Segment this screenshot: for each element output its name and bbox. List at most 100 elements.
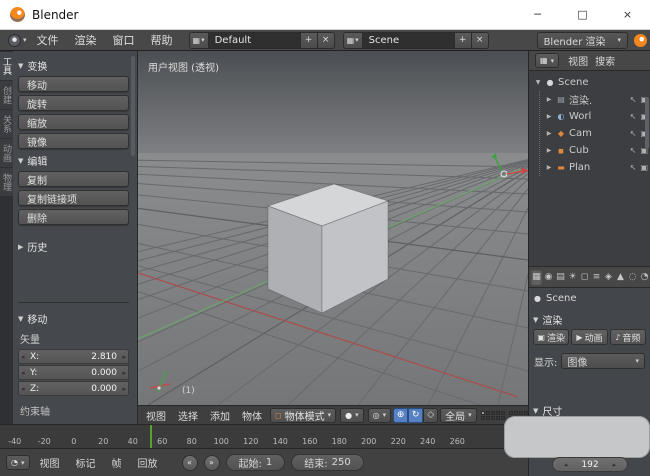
panel-header-edit[interactable]: ▼ 编辑 <box>18 153 129 169</box>
outliner-row-world[interactable]: ▶ ◐ Worl ↖▣ <box>540 108 650 125</box>
field-value: 0.000 <box>91 383 117 394</box>
timeline-ruler[interactable]: -40 -20 0 20 40 60 80 100 120 140 160 180 200 2… <box>0 424 528 448</box>
current-frame-marker[interactable] <box>150 425 152 448</box>
object-menu[interactable]: 物体 <box>236 408 268 423</box>
mode-dropdown[interactable]: ◻ 物体模式 ▾ <box>270 407 337 423</box>
resolution-x-field[interactable]: ◂ 192 ▸ <box>552 457 628 472</box>
tab-material[interactable]: ◌ <box>627 269 638 285</box>
field-label: Z: <box>30 383 40 394</box>
tool-tab-create[interactable]: 创建 <box>0 81 13 109</box>
layout-browse-button[interactable]: ▦ ▾ <box>188 31 209 49</box>
viewport-3d[interactable]: 用户视图 (透视) (1) <box>138 51 528 405</box>
timeline-playback-menu[interactable]: 回放 <box>130 455 166 470</box>
shading-dropdown[interactable]: ● ▾ <box>340 407 364 423</box>
manipulator-rotate-toggle[interactable]: ↻ <box>408 407 424 423</box>
tool-tab-physics[interactable]: 物理 <box>0 168 13 196</box>
outliner-scrollbar[interactable] <box>645 97 649 149</box>
frame-start-field[interactable]: 起始: 1 <box>225 454 286 471</box>
render-still-button[interactable]: ▣ 渲染 <box>533 329 570 345</box>
restrict-select-icon[interactable]: ↖ <box>630 112 637 121</box>
tab-object[interactable]: ◻ <box>579 269 590 285</box>
layers-grid-left[interactable] <box>480 410 505 420</box>
image-icon: ▣ <box>537 332 545 342</box>
restrict-select-icon[interactable]: ↖ <box>630 163 637 172</box>
scene-add-button[interactable]: + <box>454 31 472 49</box>
timeline-marker-menu[interactable]: 标记 <box>68 455 104 470</box>
expander-icon: ▶ <box>546 130 552 137</box>
scene-name-field[interactable]: Scene <box>362 31 455 49</box>
mirror-button[interactable]: 镜像 <box>18 133 129 149</box>
restrict-select-icon[interactable]: ↖ <box>630 95 637 104</box>
outliner-type-button[interactable]: ▦ ▾ <box>535 53 560 68</box>
screen-layout-selector: ▦ ▾ Default + × <box>188 31 335 49</box>
outliner-row-cube[interactable]: ▶ ◼ Cub ↖ ▣ <box>540 142 650 159</box>
outliner-search-menu[interactable]: 搜索 <box>595 53 615 68</box>
timeline-view-menu[interactable]: 视图 <box>32 455 68 470</box>
maximize-button[interactable]: □ <box>560 0 605 29</box>
layout-unlink-button[interactable]: × <box>317 31 335 49</box>
translate-button[interactable]: 移动 <box>18 76 129 92</box>
scene-browse-button[interactable]: ▦ ▾ <box>342 31 363 49</box>
rotate-button[interactable]: 旋转 <box>18 95 129 111</box>
restrict-render-icon[interactable]: ▣ <box>640 163 648 172</box>
tab-modifiers[interactable]: ◈ <box>603 269 614 285</box>
tab-texture[interactable]: ◔ <box>639 269 650 285</box>
layout-add-button[interactable]: + <box>300 31 318 49</box>
move-y-field[interactable]: ◂ Y: 0.000 ▸ <box>18 365 129 380</box>
pivot-dropdown[interactable]: ◎ ▾ <box>367 407 392 423</box>
timeline-frame-menu[interactable]: 帧 <box>104 455 130 470</box>
display-dropdown[interactable]: 图像 ▾ <box>561 353 645 369</box>
move-x-field[interactable]: ◂ X: 2.810 ▸ <box>18 349 129 364</box>
render-animation-button[interactable]: ▶ 动画 <box>571 329 608 345</box>
scene-unlink-button[interactable]: × <box>471 31 489 49</box>
panel-header-move[interactable]: ▼ 移动 <box>18 311 129 327</box>
outliner-view-menu[interactable]: 视图 <box>568 53 588 68</box>
duplicate-button[interactable]: 复制 <box>18 171 129 187</box>
panel-header-history[interactable]: ▶ 历史 <box>18 239 129 255</box>
button-label: 渲染 <box>546 333 565 344</box>
duplicate-linked-button[interactable]: 复制链接项 <box>18 190 129 206</box>
restrict-select-icon[interactable]: ↖ <box>630 129 637 138</box>
panel-header-transform[interactable]: ▼ 变换 <box>18 58 129 74</box>
menu-file[interactable]: 文件 <box>29 32 67 48</box>
tool-tab-animation[interactable]: 动画 <box>0 139 13 167</box>
tab-world[interactable]: ☀ <box>567 269 578 285</box>
editor-type-button[interactable]: ◔ ▾ <box>6 455 30 470</box>
delete-button[interactable]: 删除 <box>18 209 129 225</box>
tab-constraints[interactable]: ≡ <box>591 269 602 285</box>
select-menu[interactable]: 选择 <box>172 408 204 423</box>
tool-tab-tools[interactable]: 工具 <box>0 52 13 80</box>
frame-end-field[interactable]: 结束: 250 <box>291 454 364 471</box>
restrict-select-icon[interactable]: ↖ <box>630 146 637 155</box>
jump-to-end-button[interactable]: » <box>203 454 220 471</box>
tab-data[interactable]: ▲ <box>615 269 626 285</box>
render-engine-dropdown[interactable]: Blender 渲染 ▾ <box>536 31 628 49</box>
tab-scene[interactable]: ▤ <box>555 269 566 285</box>
orientation-dropdown[interactable]: 全局 ▾ <box>440 407 477 423</box>
render-audio-button[interactable]: ♪ 音频 <box>609 329 646 345</box>
menu-help[interactable]: 帮助 <box>143 32 181 48</box>
outliner-row-renderlayers[interactable]: ▶ ▤ 渲染. ↖▣ <box>540 91 650 108</box>
move-z-field[interactable]: ◂ Z: 0.000 ▸ <box>18 381 129 396</box>
outliner-row-scene[interactable]: ▼ ● Scene <box>529 74 650 91</box>
manipulator-scale-toggle[interactable]: ◇ <box>423 407 439 423</box>
menu-render[interactable]: 渲染 <box>67 32 105 48</box>
outliner-row-camera[interactable]: ▶ ◆ Cam ↖▣ <box>540 125 650 142</box>
jump-to-start-button[interactable]: « <box>181 454 198 471</box>
scale-button[interactable]: 缩放 <box>18 114 129 130</box>
button-label: 音频 <box>622 333 641 344</box>
tool-tab-relations[interactable]: 关系 <box>0 110 13 138</box>
menu-window[interactable]: 窗口 <box>105 32 143 48</box>
add-menu[interactable]: 添加 <box>204 408 236 423</box>
tab-render[interactable]: ▦ <box>531 269 542 285</box>
tab-render-layers[interactable]: ◉ <box>543 269 554 285</box>
view-menu[interactable]: 视图 <box>140 408 172 423</box>
minimize-button[interactable]: ─ <box>515 0 560 29</box>
layout-name-field[interactable]: Default <box>208 31 301 49</box>
manipulator-translate-toggle[interactable]: ⊕ <box>393 407 409 423</box>
panel-header-render[interactable]: ▼ 渲染 <box>533 312 646 328</box>
tool-shelf-scrollbar[interactable] <box>131 56 135 156</box>
close-button[interactable]: × <box>605 0 650 29</box>
outliner-row-plane[interactable]: ▶ ▬ Plan ↖ ▣ <box>540 159 650 176</box>
blender-menu-button[interactable]: ▾ <box>8 33 27 47</box>
